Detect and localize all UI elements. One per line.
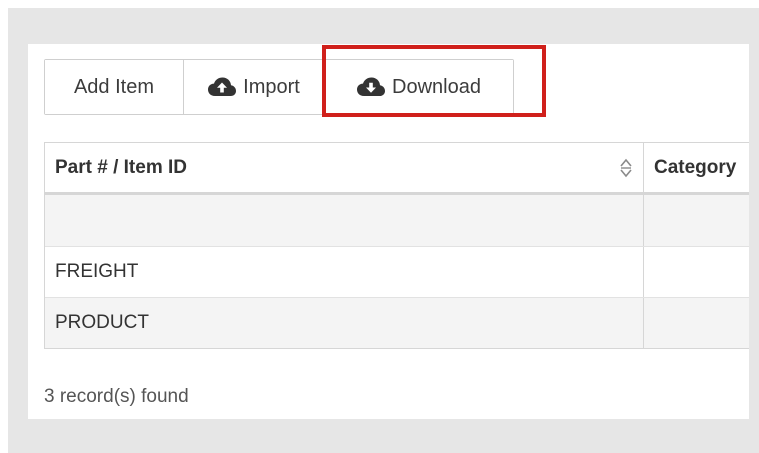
- column-header-category[interactable]: Category: [644, 143, 749, 192]
- add-item-button[interactable]: Add Item: [45, 60, 183, 114]
- import-button[interactable]: Import: [183, 60, 323, 114]
- cloud-upload-icon: [208, 77, 237, 96]
- toolbar: Add Item Import Download: [44, 59, 514, 115]
- table-cell-category: [644, 195, 749, 246]
- table-row[interactable]: FREIGHT: [45, 246, 749, 297]
- table-header-row: Part # / Item ID Category: [45, 143, 749, 195]
- table-row[interactable]: [45, 195, 749, 246]
- table-cell-part-id: FREIGHT: [45, 247, 644, 297]
- table-cell-category: [644, 298, 749, 348]
- table-row[interactable]: PRODUCT: [45, 297, 749, 348]
- table-cell-part-id: [45, 195, 644, 246]
- table-cell-part-id: PRODUCT: [45, 298, 644, 348]
- add-item-label: Add Item: [73, 75, 155, 98]
- download-label: Download: [392, 75, 481, 98]
- items-table: Part # / Item ID Category FREIGHT PRODUC…: [44, 142, 749, 349]
- items-panel: Add Item Import Download Part # / Item I…: [28, 44, 749, 419]
- download-button[interactable]: Download: [323, 60, 513, 114]
- import-label: Import: [243, 75, 300, 98]
- column-header-part-item-id[interactable]: Part # / Item ID: [45, 143, 644, 192]
- records-count: 3 record(s) found: [44, 386, 189, 407]
- sort-icon[interactable]: [619, 157, 633, 179]
- column-header-label: Category: [654, 156, 737, 178]
- column-header-label: Part # / Item ID: [55, 156, 187, 178]
- table-cell-category: [644, 247, 749, 297]
- cloud-download-icon: [357, 77, 386, 96]
